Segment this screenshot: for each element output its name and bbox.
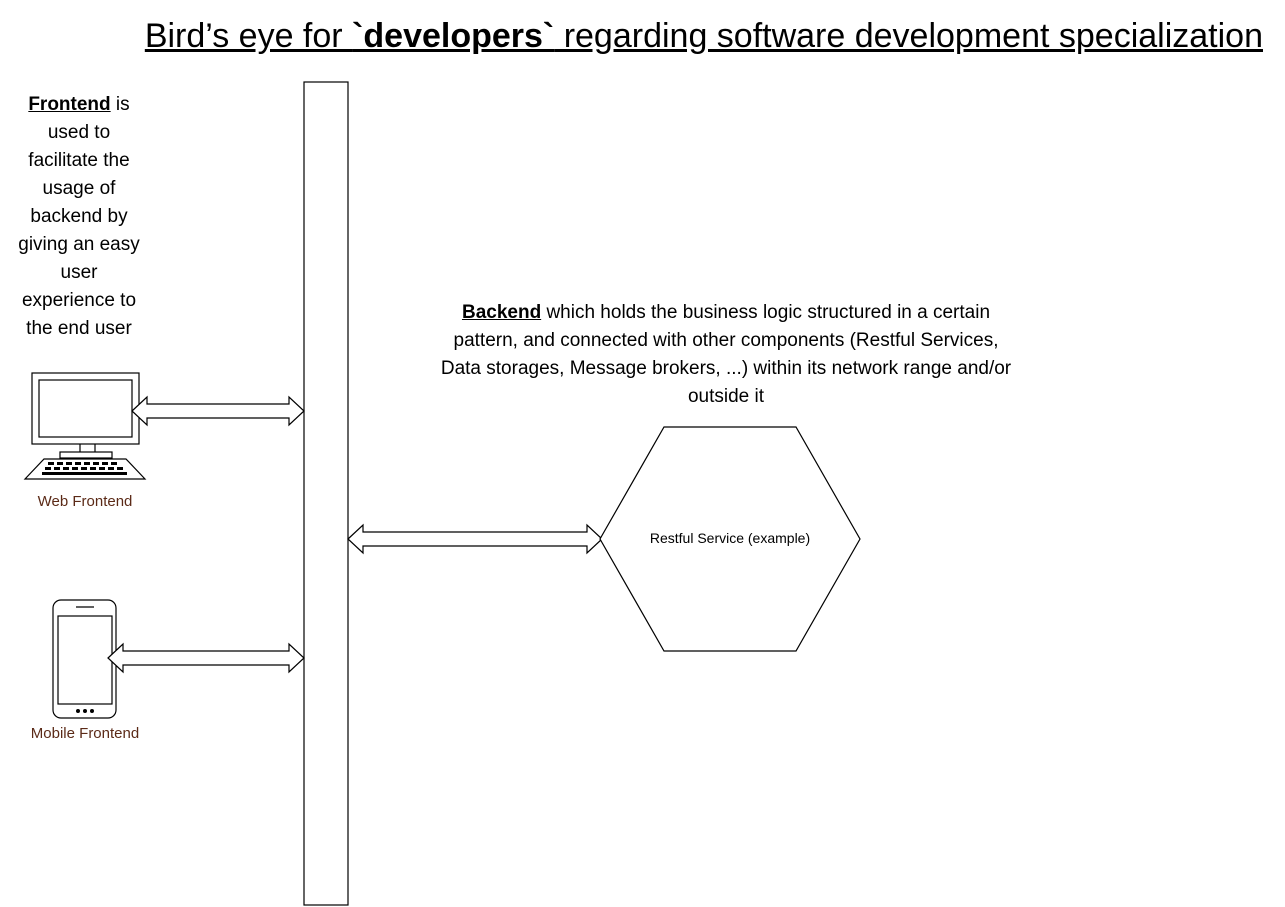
backend-term: Backend (461, 302, 542, 323)
frontend-desc-first-rest: is (110, 94, 130, 115)
backend-bus (303, 81, 349, 906)
architecture-diagram (23, 81, 861, 906)
frontend-desc-line: usage of (42, 178, 116, 199)
frontend-desc-line: giving an easy (18, 234, 140, 255)
backend-to-service-arrow (347, 523, 603, 555)
mobile-phone-icon (52, 599, 117, 719)
backend-description: Backend which holds the business logic s… (376, 299, 1076, 411)
backend-desc-line: Data storages, Message brokers, ...) wit… (440, 358, 1012, 379)
backend-desc-line: outside it (687, 386, 765, 407)
frontend-term: Frontend (28, 94, 111, 115)
mobile-frontend-label: Mobile Frontend (30, 725, 140, 742)
frontend-desc-line: used to (47, 122, 111, 143)
backend-desc-line: Backend which holds the business logic s… (376, 299, 1076, 327)
backend-desc-line: pattern, and connected with other compon… (453, 330, 999, 351)
web-to-backend-arrow (131, 395, 305, 427)
frontend-desc-line: user (60, 262, 98, 283)
frontend-desc-line: facilitate the (28, 150, 130, 171)
frontend-desc-line: backend by (30, 206, 128, 227)
frontend-desc-line: the end user (26, 318, 132, 339)
web-frontend-label: Web Frontend (37, 493, 133, 510)
frontend-desc-line: experience to (21, 290, 137, 311)
restful-service-label: Restful Service (example) (649, 530, 811, 546)
mobile-to-backend-arrow (107, 642, 305, 674)
frontend-description: Frontend is used to facilitate the usage… (4, 91, 154, 343)
frontend-desc-line: Frontend is (4, 91, 154, 119)
desktop-computer-icon (23, 372, 147, 480)
backend-desc-first-rest: which holds the business logic structure… (541, 302, 991, 323)
